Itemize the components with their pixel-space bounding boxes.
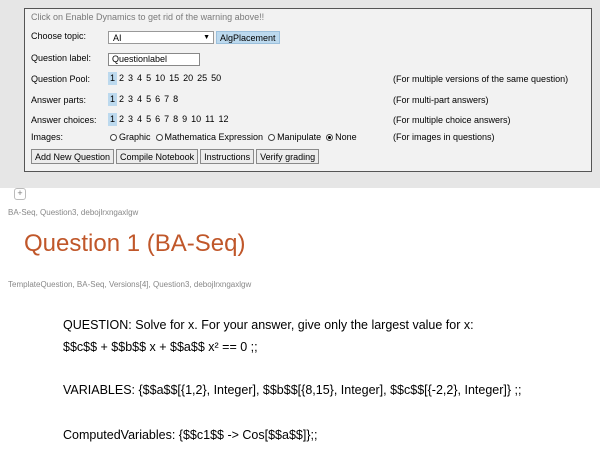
image-option-manipulate[interactable]: Manipulate: [266, 132, 321, 142]
pool-option[interactable]: 4: [135, 72, 144, 85]
question-pool-label: Question Pool:: [31, 74, 91, 84]
answer-parts-note: (For multi-part answers): [393, 95, 489, 105]
dynamics-warning: Click on Enable Dynamics to get rid of t…: [31, 12, 265, 22]
choices-option[interactable]: 6: [153, 113, 162, 126]
answer-choices-note: (For multiple choice answers): [393, 115, 511, 125]
algplacement-button[interactable]: AlgPlacement: [216, 31, 280, 44]
choices-option[interactable]: 7: [162, 113, 171, 126]
question-text: QUESTION: Solve for x. For your answer, …: [63, 318, 474, 332]
radio-selected-icon: [326, 133, 334, 141]
computed-variables-text: ComputedVariables: {$$c1$$ -> Cos[$$a$$]…: [63, 428, 318, 442]
images-note: (For images in questions): [393, 132, 495, 142]
chevron-down-icon: ▼: [203, 34, 210, 41]
question-title: Question 1 (BA-Seq): [24, 230, 246, 257]
radio-icon: [155, 133, 163, 141]
answer-choices-options: 1 2 3 4 5 6 7 8 9 10 11 12: [108, 113, 231, 126]
choices-option[interactable]: 3: [126, 113, 135, 126]
pool-option[interactable]: 50: [209, 72, 223, 85]
pool-option[interactable]: 2: [117, 72, 126, 85]
image-option-none[interactable]: None: [324, 132, 357, 142]
answer-parts-label: Answer parts:: [31, 95, 87, 105]
answer-parts-options: 1 2 3 4 5 6 7 8: [108, 93, 180, 106]
parts-option[interactable]: 8: [171, 93, 180, 106]
question-label-input[interactable]: Questionlabel: [108, 53, 200, 66]
images-label: Images:: [31, 132, 64, 142]
radio-icon: [268, 133, 276, 141]
pool-option[interactable]: 25: [195, 72, 209, 85]
choices-option[interactable]: 4: [135, 113, 144, 126]
parts-option[interactable]: 7: [162, 93, 171, 106]
verify-grading-button[interactable]: Verify grading: [256, 149, 320, 164]
question-pool-options: 1 2 3 4 5 10 15 20 25 50: [108, 72, 223, 85]
parts-option[interactable]: 5: [144, 93, 153, 106]
equation-text: $$c$$ + $$b$$ x + $$a$$ x² == 0 ;;: [63, 340, 258, 354]
choices-option[interactable]: 11: [203, 113, 216, 126]
choices-option[interactable]: 1: [108, 113, 118, 126]
image-option-mathematica[interactable]: Mathematica Expression: [154, 132, 263, 142]
compile-notebook-button[interactable]: Compile Notebook: [116, 149, 199, 164]
question-pool-note: (For multiple versions of the same quest…: [393, 74, 569, 84]
question-label-label: Question label:: [31, 53, 92, 63]
pool-option[interactable]: 5: [144, 72, 153, 85]
add-new-question-button[interactable]: Add New Question: [31, 149, 115, 164]
question-builder-panel: Click on Enable Dynamics to get rid of t…: [24, 8, 592, 172]
choices-option[interactable]: 10: [189, 113, 203, 126]
parts-option[interactable]: 4: [135, 93, 144, 106]
image-option-graphic[interactable]: Graphic: [108, 132, 151, 142]
pool-option[interactable]: 3: [126, 72, 135, 85]
parts-option[interactable]: 6: [153, 93, 162, 106]
topic-label: Choose topic:: [31, 31, 87, 41]
variables-text: VARIABLES: {$$a$$[{1,2}, Integer], $$b$$…: [63, 383, 522, 397]
choices-option[interactable]: 8: [171, 113, 180, 126]
pool-option[interactable]: 20: [181, 72, 195, 85]
parts-option[interactable]: 3: [126, 93, 135, 106]
insert-cell-plus-icon[interactable]: +: [14, 188, 26, 200]
topic-dropdown[interactable]: AI ▼: [108, 31, 214, 44]
answer-choices-label: Answer choices:: [31, 115, 97, 125]
action-buttons: Add New Question Compile Notebook Instru…: [31, 149, 320, 164]
choices-option[interactable]: 9: [180, 113, 189, 126]
topic-value: AI: [113, 33, 122, 43]
cell-tag: TemplateQuestion, BA-Seq, Versions[4], Q…: [8, 280, 252, 289]
pool-option[interactable]: 10: [153, 72, 167, 85]
parts-option[interactable]: 1: [108, 93, 118, 106]
images-radio-group: Graphic Mathematica Expression Manipulat…: [108, 132, 360, 142]
parts-option[interactable]: 2: [117, 93, 126, 106]
radio-icon: [110, 133, 117, 141]
pool-option[interactable]: 1: [108, 72, 118, 85]
choices-option[interactable]: 12: [217, 113, 231, 126]
choices-option[interactable]: 5: [144, 113, 153, 126]
cell-tag: BA-Seq, Question3, debojlrxngaxlgw: [8, 208, 139, 217]
choices-option[interactable]: 2: [117, 113, 126, 126]
pool-option[interactable]: 15: [167, 72, 181, 85]
instructions-button[interactable]: Instructions: [200, 149, 255, 164]
